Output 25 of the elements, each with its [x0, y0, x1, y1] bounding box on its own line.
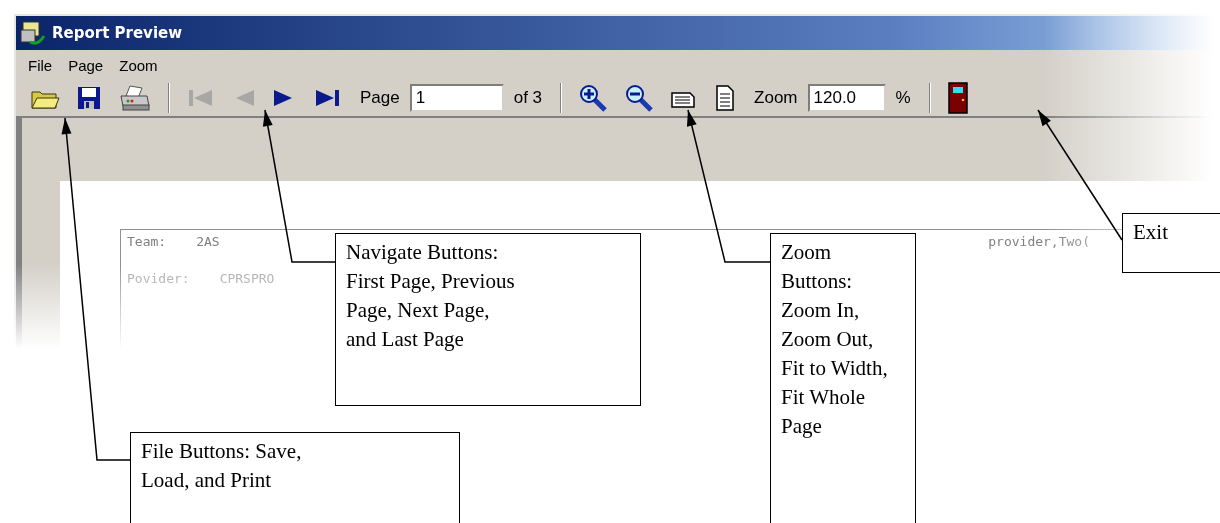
app-icon [20, 20, 48, 46]
callout-note: Exit [1122, 213, 1220, 273]
menu-item[interactable]: Zoom [113, 54, 164, 76]
callout-note: Navigate Buttons: First Page, Previous Page, Next Page, and Last Page [335, 233, 641, 406]
window-title: Report Preview [52, 24, 183, 42]
callout-note: File Buttons: Save, Load, and Print [130, 432, 460, 523]
report-label: Team: [127, 234, 167, 249]
zoom-in-icon[interactable] [578, 83, 609, 113]
toolbar-label: Page [359, 88, 401, 108]
report-value: CPRSPRO [219, 271, 275, 286]
report-label: Povider: [127, 271, 190, 286]
toolbar-label: % [894, 88, 912, 108]
fit-page-icon[interactable] [714, 84, 737, 112]
toolbar-label: of 3 [512, 88, 544, 108]
page-number-field[interactable]: 1 [409, 84, 504, 112]
report-value: 2AS [196, 234, 220, 249]
door-icon[interactable] [946, 82, 969, 114]
toolbar-label: Zoom [753, 88, 799, 108]
zoom-out-icon[interactable] [624, 83, 655, 113]
menu-item[interactable]: File [22, 54, 59, 76]
zoom-field[interactable]: 120.0 [807, 84, 886, 112]
menu-item[interactable]: Page [62, 54, 110, 76]
report-value: provider,Two( [988, 234, 1090, 249]
callout-note: Zoom Buttons: Zoom In, Zoom Out, Fit to Width, Fit Whole Page [770, 233, 916, 523]
printer-icon[interactable] [118, 84, 152, 112]
